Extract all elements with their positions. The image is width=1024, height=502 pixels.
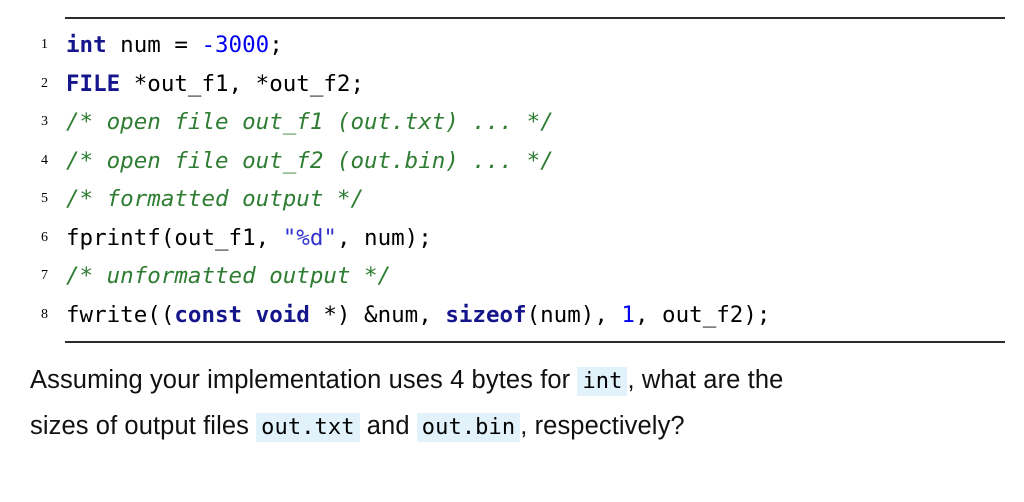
question-text-run: Assuming your implementation uses 4 byte… [30,366,578,394]
code-token-pl: num = [106,32,202,58]
code-line-number: 5 [41,191,48,206]
code-line-content: /* open file out_f2 (out.bin) ... */ [66,142,554,181]
code-token-pl: *out_f1, *out_f2; [120,70,365,97]
listing-bottom-rule [65,341,1005,343]
code-token-pl: fprintf(out_f1, [66,224,283,251]
code-line-content: fprintf(out_f1, "%d", num); [66,219,432,258]
code-line-content: /* formatted output */ [66,180,364,219]
code-token-kw: FILE [66,70,121,97]
code-line: 4 /* open file out_f2 (out.bin) ... */ [0,142,1024,181]
code-line-number: 1 [41,37,48,52]
code-line-number: 4 [41,152,48,168]
inline-code-chip: out.bin [416,413,521,442]
code-line-content: FILE *out_f1, *out_f2; [66,65,364,104]
code-line-number: 8 [41,306,48,322]
code-token-str: "%d" [282,224,337,251]
code-line-number: 2 [41,75,48,91]
code-token-kw: int [66,32,107,58]
question-text-run: sizes of output files [30,412,257,440]
code-token-cmt: /* unformatted output */ [66,263,392,289]
code-token-pl: *) &num, [309,301,446,328]
code-line: 6 fprintf(out_f1, "%d", num); [0,219,1024,258]
slide-root: 1 int num = -3000; 2 FILE *out_f1, *out_f2;… [0,0,1024,502]
code-token-pl: , out_f2); [634,301,771,328]
question-line: Assuming your implementation uses 4 byte… [30,358,994,404]
inline-code-chip: int [577,367,628,396]
code-listing: 1 int num = -3000; 2 FILE *out_f1, *out_f2;… [0,26,1024,334]
question-text-run: , what are the [627,366,784,394]
code-token-cmt: /* open file out_f2 (out.bin) ... */ [66,147,554,174]
code-line: 5 /* formatted output */ [0,180,1024,219]
code-line-content: fwrite((const void *) &num, sizeof(num),… [66,296,770,335]
code-line: 1 int num = -3000; [0,26,1024,65]
question-text-run: , respectively? [520,412,685,440]
code-line-number: 7 [41,268,48,283]
code-token-pl: (num), [526,301,622,328]
question-text: Assuming your implementation uses 4 byte… [30,358,994,450]
listing-top-rule [65,17,1005,19]
question-text-run: and [359,412,417,440]
code-token-kw: const void [174,301,310,328]
code-token-pl: ; [269,32,283,58]
code-line: 8 fwrite((const void *) &num, sizeof(num)… [0,296,1024,335]
code-token-num: 1 [621,301,635,328]
code-line: 7 /* unformatted output */ [0,257,1024,296]
code-token-pl: , num); [336,224,432,251]
code-token-cmt: /* open file out_f1 (out.txt) ... */ [66,109,554,135]
code-line-content: int num = -3000; [66,26,283,65]
code-line-number: 6 [41,229,48,245]
question-line: sizes of output files out.txt and out.bi… [30,404,994,450]
code-line: 3 /* open file out_f1 (out.txt) ... */ [0,103,1024,142]
code-token-num: -3000 [201,32,270,58]
code-line-content: /* unformatted output */ [66,257,391,296]
code-token-kw: sizeof [445,301,527,328]
code-token-cmt: /* formatted output */ [66,186,365,212]
code-token-pl: fwrite(( [66,301,175,328]
inline-code-chip: out.txt [256,413,360,442]
code-line: 2 FILE *out_f1, *out_f2; [0,65,1024,104]
code-line-content: /* open file out_f1 (out.txt) ... */ [66,103,554,142]
code-line-number: 3 [41,114,48,129]
